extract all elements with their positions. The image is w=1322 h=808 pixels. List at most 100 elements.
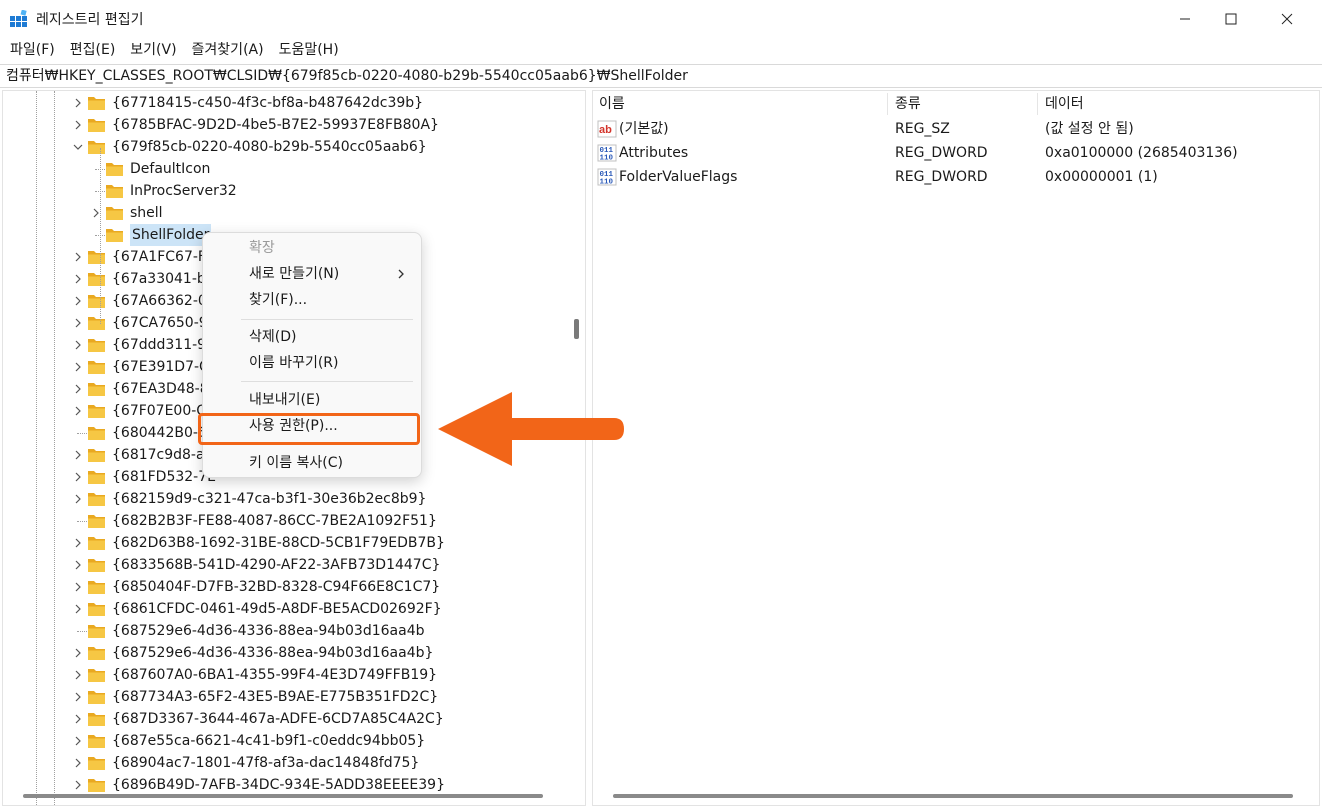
tree-item[interactable]: {6833568B-541D-4290-AF22-3AFB73D1447C} xyxy=(3,554,563,576)
context-menu-find[interactable]: 찾기(F)... xyxy=(249,289,307,311)
menu-view[interactable]: 보기(V) xyxy=(124,38,182,62)
chevron-right-icon[interactable] xyxy=(73,736,83,746)
tree-item-label: {687529e6-4d36-4336-88ea-94b03d16aa4b xyxy=(112,623,425,639)
value-row[interactable]: ab (기본값) REG_SZ (값 설정 안 됨) xyxy=(595,117,1295,141)
tree-item[interactable]: {687529e6-4d36-4336-88ea-94b03d16aa4b} xyxy=(3,642,563,664)
tree-item[interactable]: {6785BFAC-9D2D-4be5-B7E2-59937E8FB80A} xyxy=(3,114,563,136)
folder-icon xyxy=(88,471,105,484)
chevron-right-icon[interactable] xyxy=(73,648,83,658)
tree-item-label: {687734A3-65F2-43E5-B9AE-E775B351FD2C} xyxy=(112,689,439,705)
chevron-right-icon[interactable] xyxy=(73,318,83,328)
minimize-button[interactable] xyxy=(1162,0,1208,38)
column-header-name[interactable]: 이름 xyxy=(593,93,887,115)
chevron-right-icon[interactable] xyxy=(73,98,83,108)
tree-horizontal-scrollbar[interactable] xyxy=(3,787,569,805)
chevron-right-icon[interactable] xyxy=(73,538,83,548)
tree-horizontal-scroll-thumb[interactable] xyxy=(23,794,543,798)
tree-item[interactable]: {6850404F-D7FB-32BD-8328-C94F66E8C1C7} xyxy=(3,576,563,598)
tree-item[interactable]: {682B2B3F-FE88-4087-86CC-7BE2A1092F51} xyxy=(3,510,563,532)
folder-icon xyxy=(88,383,105,396)
chevron-right-icon[interactable] xyxy=(73,494,83,504)
binary-value-icon: 011 110 xyxy=(597,168,617,186)
tree-item[interactable]: {687e55ca-6621-4c41-b9f1-c0eddc94bb05} xyxy=(3,730,563,752)
folder-icon xyxy=(106,185,123,198)
chevron-right-icon[interactable] xyxy=(73,362,83,372)
chevron-right-icon[interactable] xyxy=(73,758,83,768)
value-row[interactable]: 011 110 Attributes REG_DWORD 0xa0100000 … xyxy=(595,141,1295,165)
context-menu-rename[interactable]: 이름 바꾸기(R) xyxy=(249,352,339,374)
value-list-pane: 이름 종류 데이터 ab (기본값) REG_SZ (값 설정 안 됨) 011… xyxy=(592,90,1320,806)
value-name: Attributes xyxy=(619,145,689,161)
chevron-right-icon[interactable] xyxy=(73,560,83,570)
chevron-right-icon[interactable] xyxy=(73,450,83,460)
chevron-right-icon[interactable] xyxy=(73,604,83,614)
tree-item[interactable]: {67718415-c450-4f3c-bf8a-b487642dc39b} xyxy=(3,92,563,114)
tree-item[interactable]: {679f85cb-0220-4080-b29b-5540cc05aab6} xyxy=(3,136,563,158)
tree-vertical-scroll-thumb[interactable] xyxy=(574,319,579,339)
tree-item[interactable]: InProcServer32 xyxy=(3,180,563,202)
list-horizontal-scroll-thumb[interactable] xyxy=(613,794,1293,798)
chevron-right-icon[interactable] xyxy=(73,670,83,680)
context-menu-new[interactable]: 새로 만들기(N) xyxy=(249,263,339,285)
folder-icon xyxy=(88,119,105,132)
tree-connector-line xyxy=(77,433,87,434)
chevron-right-icon[interactable] xyxy=(73,296,83,306)
address-bar[interactable]: 컴퓨터₩HKEY_CLASSES_ROOT₩CLSID₩{679f85cb-02… xyxy=(0,64,1322,88)
folder-icon xyxy=(88,449,105,462)
tree-item[interactable]: {68904ac7-1801-47f8-af3a-dac14848fd75} xyxy=(3,752,563,774)
context-menu-copy-key-name[interactable]: 키 이름 복사(C) xyxy=(249,452,343,474)
menu-edit[interactable]: 편집(E) xyxy=(64,38,122,62)
chevron-right-icon[interactable] xyxy=(73,714,83,724)
chevron-right-icon[interactable] xyxy=(73,384,83,394)
maximize-button[interactable] xyxy=(1208,0,1254,38)
folder-icon xyxy=(88,273,105,286)
tree-item[interactable]: {687529e6-4d36-4336-88ea-94b03d16aa4b xyxy=(3,620,563,642)
value-name: (기본값) xyxy=(619,121,669,137)
tree-item-label: {67CA7650-96 xyxy=(112,315,217,331)
column-separator[interactable] xyxy=(887,93,888,115)
column-separator[interactable] xyxy=(1037,93,1038,115)
tree-item[interactable]: {6861CFDC-0461-49d5-A8DF-BE5ACD02692F} xyxy=(3,598,563,620)
menu-file[interactable]: 파일(F) xyxy=(4,38,61,62)
folder-icon xyxy=(106,207,123,220)
tree-item[interactable]: {687D3367-3644-467a-ADFE-6CD7A85C4A2C} xyxy=(3,708,563,730)
chevron-right-icon[interactable] xyxy=(73,120,83,130)
value-row[interactable]: 011 110 FolderValueFlags REG_DWORD 0x000… xyxy=(595,165,1295,189)
context-menu-expand: 확장 xyxy=(249,240,275,256)
folder-icon xyxy=(88,493,105,506)
orange-arrow-icon xyxy=(438,392,624,466)
tree-item[interactable]: {682159d9-c321-47ca-b3f1-30e36b2ec8b9} xyxy=(3,488,563,510)
context-menu-delete[interactable]: 삭제(D) xyxy=(249,326,296,348)
menu-favorites[interactable]: 즐겨찾기(A) xyxy=(186,38,270,62)
tree-item[interactable]: {682D63B8-1692-31BE-88CD-5CB1F79EDB7B} xyxy=(3,532,563,554)
chevron-right-icon[interactable] xyxy=(73,340,83,350)
folder-icon xyxy=(106,229,123,242)
chevron-right-icon[interactable] xyxy=(73,692,83,702)
chevron-right-icon[interactable] xyxy=(73,472,83,482)
tree-item[interactable]: DefaultIcon xyxy=(3,158,563,180)
folder-icon xyxy=(88,317,105,330)
chevron-down-icon[interactable] xyxy=(73,142,83,152)
tree-item-label: {687e55ca-6621-4c41-b9f1-c0eddc94bb05} xyxy=(112,733,426,749)
chevron-right-icon[interactable] xyxy=(73,582,83,592)
folder-icon xyxy=(88,251,105,264)
context-menu-export[interactable]: 내보내기(E) xyxy=(249,389,320,411)
menu-help[interactable]: 도움말(H) xyxy=(273,38,345,62)
tree-item[interactable]: {687607A0-6BA1-4355-99F4-4E3D749FFB19} xyxy=(3,664,563,686)
folder-icon xyxy=(88,141,105,154)
tree-item-label: shell xyxy=(130,205,163,221)
chevron-right-icon[interactable] xyxy=(73,274,83,284)
list-horizontal-scrollbar[interactable] xyxy=(593,787,1319,805)
tree-item-label: {67a33041-b8 xyxy=(112,271,215,287)
tree-item-label: {67A66362-05 xyxy=(112,293,216,309)
column-header-type[interactable]: 종류 xyxy=(889,93,1037,115)
chevron-right-icon[interactable] xyxy=(73,252,83,262)
tree-item[interactable]: shell xyxy=(3,202,563,224)
tree-item-label: {679f85cb-0220-4080-b29b-5540cc05aab6} xyxy=(112,139,427,155)
column-header-data[interactable]: 데이터 xyxy=(1039,93,1299,115)
tree-item[interactable]: {687734A3-65F2-43E5-B9AE-E775B351FD2C} xyxy=(3,686,563,708)
tree-item-label: {67A1FC67-F7 xyxy=(112,249,215,265)
chevron-right-icon[interactable] xyxy=(73,406,83,416)
close-button[interactable] xyxy=(1264,0,1310,38)
value-data: 0xa0100000 (2685403136) xyxy=(1045,145,1238,161)
